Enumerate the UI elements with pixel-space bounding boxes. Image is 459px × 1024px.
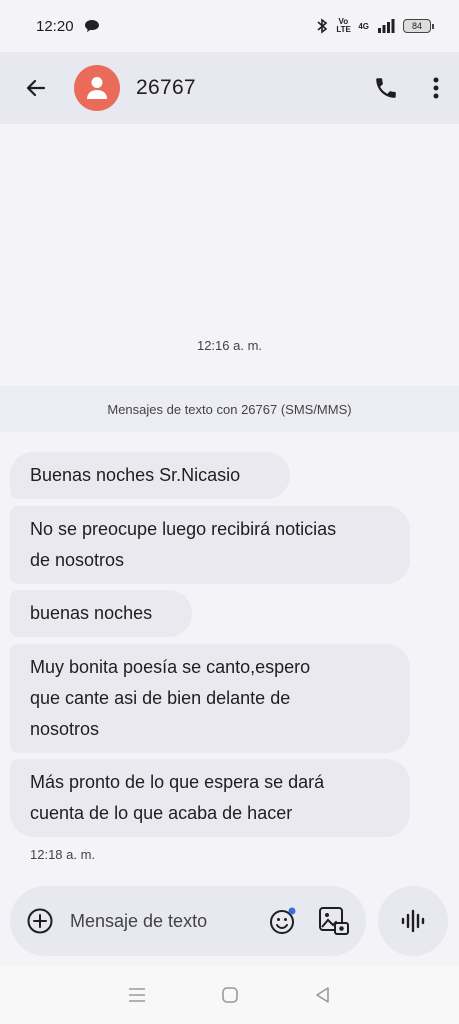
signal-icon — [377, 19, 395, 33]
add-circle-icon[interactable] — [26, 907, 54, 935]
status-bar: 12:20 Vo LTE 4G 84 — [0, 0, 459, 52]
voice-message-button[interactable] — [378, 886, 448, 956]
phone-icon[interactable] — [373, 75, 399, 101]
status-time: 12:20 — [36, 17, 74, 35]
person-icon — [85, 75, 109, 101]
message-bubble[interactable]: No se preocupe luego recibirá noticias d… — [10, 506, 410, 584]
message-bubble[interactable]: Muy bonita poesía se canto,espero que ca… — [10, 644, 410, 753]
home-icon[interactable] — [221, 986, 239, 1004]
system-nav-bar — [0, 966, 459, 1024]
app-bar: 26767 — [0, 52, 459, 124]
message-line: buenas noches — [30, 603, 153, 623]
volte-icon: Vo LTE — [336, 17, 351, 34]
battery-icon: 84 — [403, 19, 434, 33]
battery-level: 84 — [411, 21, 422, 31]
contact-name[interactable]: 26767 — [136, 76, 196, 100]
date-stamp: 12:16 a. m. — [196, 338, 263, 353]
more-vert-icon[interactable] — [433, 76, 439, 100]
message-line: que cante asi de bien delante de — [30, 688, 291, 708]
message-line: nosotros — [30, 719, 100, 739]
message-line: de nosotros — [30, 550, 125, 570]
message-bubble[interactable]: buenas noches — [10, 590, 192, 637]
message-thread[interactable]: 12:16 a. m. Mensajes de texto con 26767 … — [0, 124, 459, 886]
message-composer[interactable]: Mensaje de texto — [10, 886, 366, 956]
message-line: Buenas noches Sr.Nicasio — [30, 465, 241, 485]
message-line: Muy bonita poesía se canto,espero — [30, 657, 311, 677]
message-input[interactable]: Mensaje de texto — [70, 911, 207, 932]
back-arrow-icon[interactable] — [20, 72, 52, 104]
gallery-icon[interactable] — [318, 906, 350, 936]
message-bubble[interactable]: Buenas noches Sr.Nicasio — [10, 452, 290, 499]
network-type: 4G — [358, 21, 369, 31]
back-triangle-icon[interactable] — [314, 986, 332, 1004]
bluetooth-icon — [316, 18, 328, 34]
message-timestamp: 12:18 a. m. — [30, 847, 96, 862]
voice-waveform-icon — [400, 908, 426, 934]
message-line: No se preocupe luego recibirá noticias — [30, 519, 337, 539]
message-bubble[interactable]: Más pronto de lo que espera se dará cuen… — [10, 759, 410, 837]
contact-avatar[interactable] — [74, 65, 120, 111]
chat-bubble-icon — [84, 19, 100, 33]
sms-banner: Mensajes de texto con 26767 (SMS/MMS) — [0, 386, 459, 432]
menu-icon[interactable] — [127, 987, 147, 1003]
emoji-icon[interactable] — [268, 906, 298, 936]
message-line: Más pronto de lo que espera se dará — [30, 772, 325, 792]
message-line: cuenta de lo que acaba de hacer — [30, 803, 293, 823]
